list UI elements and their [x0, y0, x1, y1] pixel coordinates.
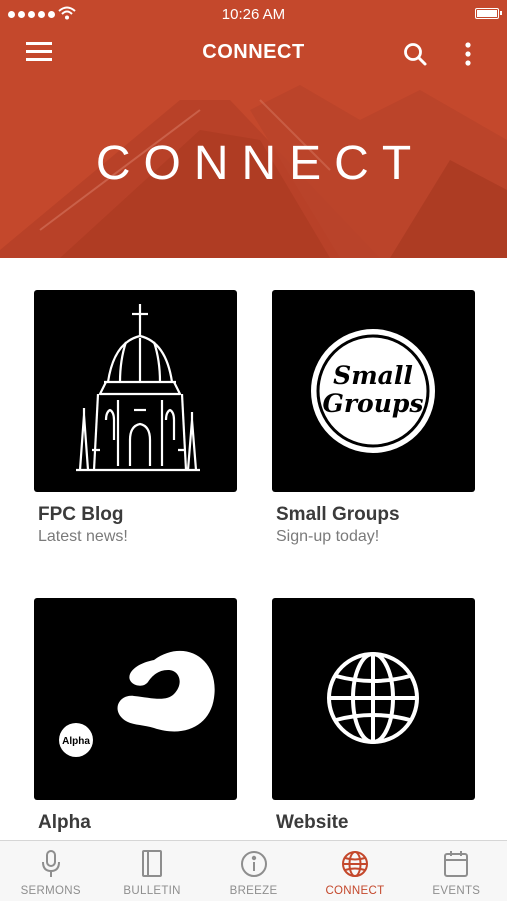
more-options-icon[interactable]	[458, 40, 478, 68]
calendar-icon	[444, 851, 469, 877]
status-bar: 10:26 AM	[0, 0, 507, 28]
card-subtitle: Latest news!	[38, 528, 128, 545]
globe-icon	[341, 851, 368, 877]
microphone-icon	[41, 850, 60, 877]
card-image[interactable]	[272, 598, 475, 800]
tab-events[interactable]: EVENTS	[406, 841, 507, 901]
card-image[interactable]	[34, 290, 237, 492]
tab-connect[interactable]: CONNECT	[304, 841, 405, 901]
card-fpc-blog[interactable]: FPC Blog Latest news!	[34, 290, 237, 546]
info-icon	[240, 851, 267, 877]
tab-breeze[interactable]: BREEZE	[203, 841, 304, 901]
search-icon[interactable]	[402, 41, 428, 67]
card-image[interactable]: Small Groups	[272, 290, 475, 492]
alpha-logo-text: Alpha	[62, 736, 90, 747]
page-title: CONNECT	[202, 41, 305, 63]
card-subtitle: Sign-up today!	[276, 528, 380, 545]
book-icon	[142, 850, 163, 877]
card-image[interactable]: Alpha	[34, 598, 237, 800]
top-app-bar: CONNECT	[0, 28, 507, 80]
tab-label: BREEZE	[229, 885, 278, 897]
hero-title: CONNECT	[95, 137, 425, 190]
tab-label: SERMONS	[20, 885, 81, 897]
battery-icon	[475, 8, 502, 19]
tab-label: BULLETIN	[123, 885, 181, 897]
small-groups-logo: Small Groups	[311, 329, 435, 453]
alpha-logo: Alpha	[59, 650, 215, 757]
bottom-tab-bar: SERMONS BULLETIN BREEZE CONNECT EVENTS	[0, 840, 507, 901]
globe-icon	[327, 652, 419, 744]
card-title: Small Groups	[276, 504, 400, 525]
card-title: Website	[276, 812, 349, 833]
card-small-groups[interactable]: Small Groups Small Groups Sign-up today!	[272, 290, 475, 546]
hero-banner: CONNECT	[0, 80, 507, 258]
status-time: 10:26 AM	[221, 6, 286, 23]
card-website[interactable]: Website	[272, 598, 475, 834]
card-title: Alpha	[38, 812, 91, 833]
tab-label: EVENTS	[432, 885, 481, 897]
tab-bulletin[interactable]: BULLETIN	[101, 841, 202, 901]
small-groups-logo-line1: Small	[333, 361, 413, 390]
tab-label: CONNECT	[325, 885, 385, 897]
card-alpha[interactable]: Alpha Alpha	[34, 598, 237, 834]
small-groups-logo-line2: Groups	[323, 389, 424, 418]
church-dome-icon	[76, 304, 200, 472]
tab-sermons[interactable]: SERMONS	[0, 841, 101, 901]
card-title: FPC Blog	[38, 504, 124, 525]
